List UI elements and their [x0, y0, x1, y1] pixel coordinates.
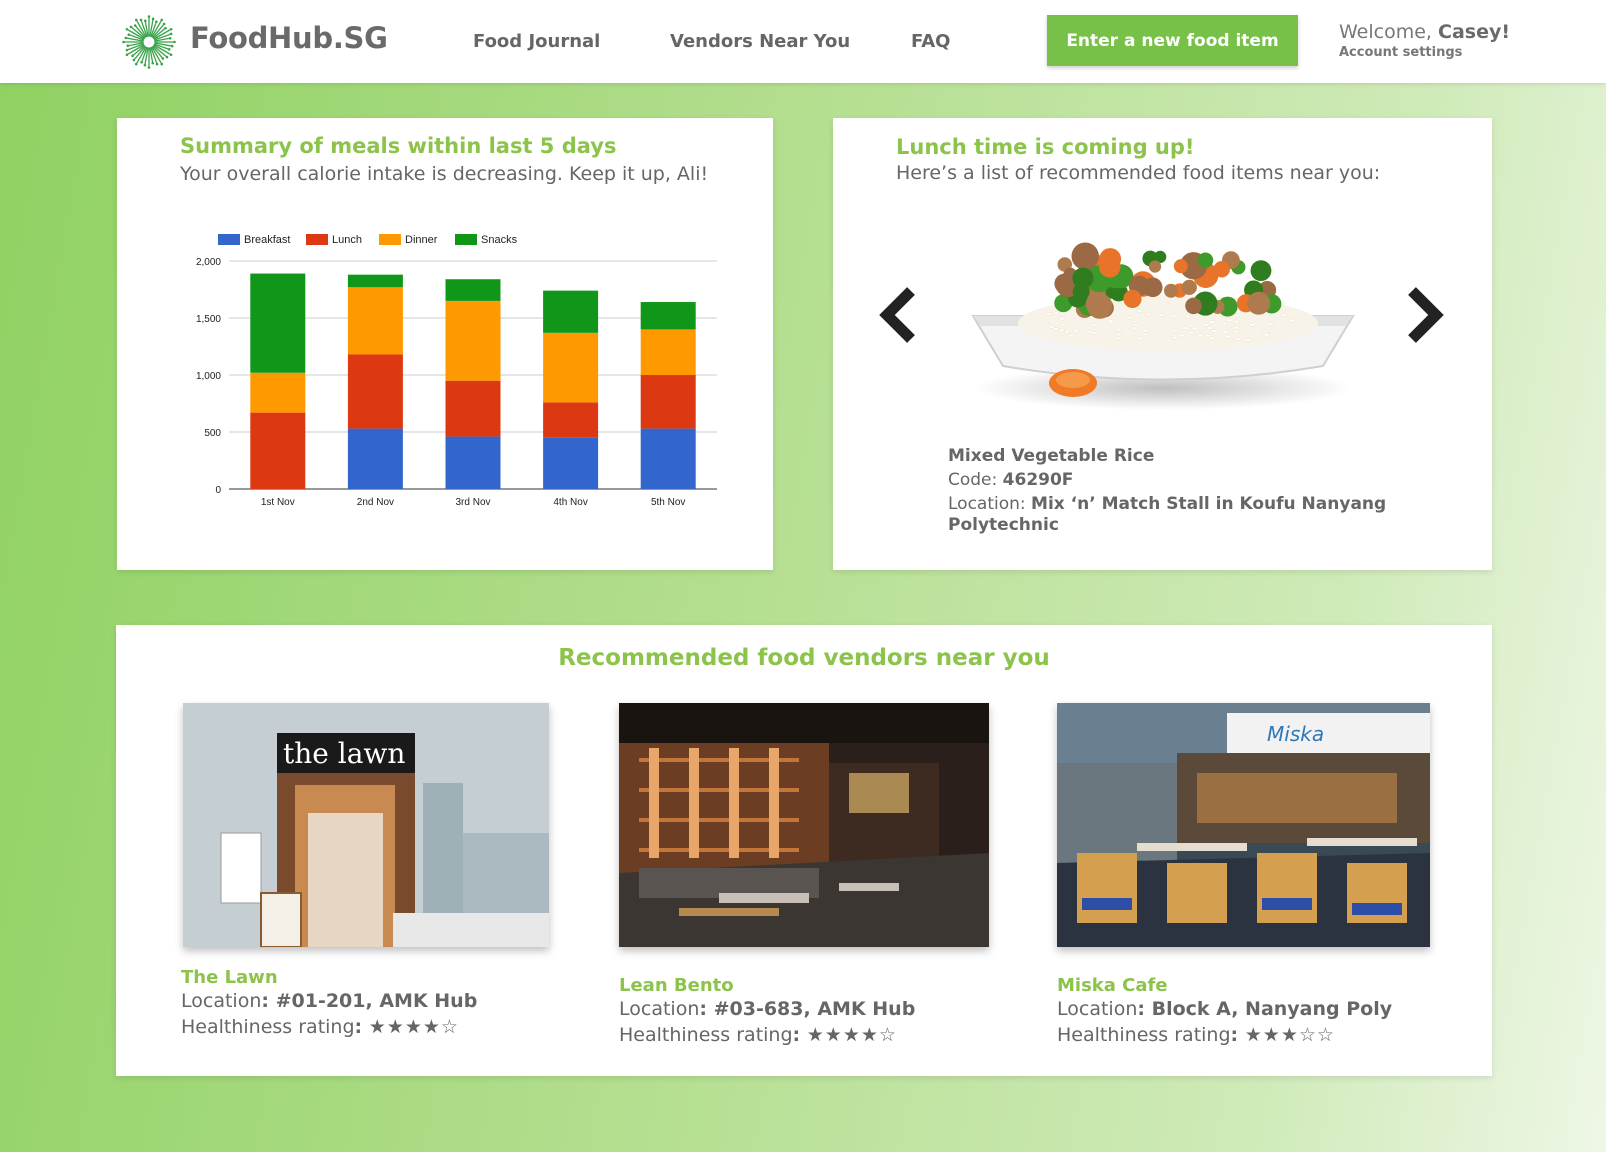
- x-tick-label: 2nd Nov: [357, 497, 394, 508]
- bar-segment-dinner: [641, 329, 696, 375]
- top-navbar: FoodHub.SG Food Journal Vendors Near You…: [0, 0, 1606, 83]
- y-tick-label: 1,500: [196, 314, 221, 325]
- calorie-stacked-bar-chart: Breakfast Lunch Dinner Snacks 0 500 1,000 1,500…: [177, 218, 737, 528]
- the-lawn-sign: the lawn: [283, 737, 405, 770]
- summary-title: Summary of meals within last 5 days: [180, 134, 616, 158]
- vendor-location: Location: Block A, Nanyang Poly: [1057, 998, 1392, 1020]
- enter-new-food-item-button[interactable]: Enter a new food item: [1047, 15, 1298, 66]
- bar-segment-dinner: [250, 373, 305, 413]
- account-settings-link[interactable]: Account settings: [1339, 45, 1462, 60]
- bar-segment-lunch: [348, 354, 403, 428]
- bar-segment-dinner: [446, 301, 501, 381]
- rating-separator: :: [1231, 1024, 1245, 1046]
- y-tick-label: 1,000: [196, 371, 221, 382]
- vendor-location-label: Location: [1057, 998, 1137, 1020]
- bar-segment-breakfast: [446, 437, 501, 489]
- bar-segment-dinner: [543, 333, 598, 403]
- vendor-name[interactable]: Lean Bento: [619, 975, 734, 996]
- nav-food-journal[interactable]: Food Journal: [473, 31, 600, 52]
- bar-segment-dinner: [348, 287, 403, 354]
- vendor-healthiness-rating: Healthiness rating: ★★★☆☆: [1057, 1024, 1335, 1046]
- rating-label: Healthiness rating: [1057, 1024, 1231, 1046]
- legend-swatch-breakfast: [218, 234, 240, 245]
- vendors-title: Recommended food vendors near you: [116, 645, 1492, 671]
- lunch-title: Lunch time is coming up!: [896, 135, 1194, 159]
- vendor-location-value: : #01-201, AMK Hub: [261, 990, 477, 1012]
- recommended-vendors-card: Recommended food vendors near you the la…: [116, 625, 1492, 1076]
- vendor-location-value: : Block A, Nanyang Poly: [1137, 998, 1392, 1020]
- y-tick-label: 500: [204, 428, 221, 439]
- food-code: Code: 46290F: [948, 470, 1073, 490]
- vendor-healthiness-rating: Healthiness rating: ★★★★☆: [181, 1016, 459, 1038]
- y-tick-label: 2,000: [196, 257, 221, 268]
- welcome-message: Welcome, Casey!: [1339, 21, 1510, 43]
- vendor-location-label: Location: [181, 990, 261, 1012]
- legend-swatch-dinner: [379, 234, 401, 245]
- nav-vendors-near-you[interactable]: Vendors Near You: [670, 31, 850, 52]
- food-code-label: Code:: [948, 470, 1003, 490]
- bar-segment-breakfast: [641, 429, 696, 489]
- food-location-label: Location:: [948, 494, 1031, 514]
- vendor-location: Location: #03-683, AMK Hub: [619, 998, 915, 1020]
- miska-sign: Miska: [1267, 722, 1324, 746]
- rating-separator: :: [793, 1024, 807, 1046]
- bar-segment-snacks: [348, 275, 403, 288]
- x-tick-label: 3rd Nov: [455, 497, 490, 508]
- user-name: Casey!: [1438, 21, 1510, 43]
- meal-summary-card: Summary of meals within last 5 days Your…: [117, 118, 773, 570]
- rating-label: Healthiness rating: [619, 1024, 793, 1046]
- food-location: Location: Mix ‘n’ Match Stall in Koufu N…: [948, 494, 1388, 536]
- legend-swatch-lunch: [306, 234, 328, 245]
- vendor-image-miska-cafe[interactable]: Miska: [1057, 703, 1430, 947]
- legend-swatch-snacks: [455, 234, 477, 245]
- brand-name[interactable]: FoodHub.SG: [190, 21, 388, 55]
- summary-subtitle: Your overall calorie intake is decreasin…: [180, 163, 708, 185]
- bar-segment-snacks: [543, 291, 598, 333]
- food-image-mixed-vegetable-rice: [963, 228, 1363, 418]
- vendor-healthiness-rating: Healthiness rating: ★★★★☆: [619, 1024, 897, 1046]
- legend-label-breakfast: Breakfast: [244, 234, 290, 246]
- legend-label-snacks: Snacks: [481, 234, 518, 246]
- food-code-value: 46290F: [1003, 470, 1074, 490]
- bar-segment-breakfast: [348, 429, 403, 489]
- vendor-location-label: Location: [619, 998, 699, 1020]
- star-rating-icon: ★★★★☆: [369, 1016, 459, 1038]
- bar-segment-snacks: [446, 279, 501, 301]
- vendor-location: Location: #01-201, AMK Hub: [181, 990, 477, 1012]
- chevron-right-icon[interactable]: [1404, 283, 1448, 347]
- vendor-name[interactable]: The Lawn: [181, 967, 278, 988]
- x-tick-label: 1st Nov: [261, 497, 295, 508]
- starburst-logo-icon[interactable]: [121, 14, 177, 70]
- bar-segment-breakfast: [543, 438, 598, 489]
- bar-segment-snacks: [250, 274, 305, 373]
- vendor-image-the-lawn[interactable]: the lawn: [183, 703, 549, 947]
- vendor-location-value: : #03-683, AMK Hub: [699, 998, 915, 1020]
- rating-separator: :: [355, 1016, 369, 1038]
- lunch-subtitle: Here’s a list of recommended food items …: [896, 162, 1380, 184]
- bar-segment-lunch: [446, 381, 501, 437]
- bar-segment-snacks: [641, 302, 696, 329]
- bar-segment-lunch: [543, 402, 598, 437]
- x-tick-label: 5th Nov: [651, 497, 685, 508]
- chevron-left-icon[interactable]: [875, 283, 919, 347]
- bar-segment-lunch: [250, 413, 305, 489]
- vendor-image-lean-bento[interactable]: [619, 703, 989, 947]
- legend-label-lunch: Lunch: [332, 234, 362, 246]
- lunch-recommendation-card: Lunch time is coming up! Here’s a list o…: [833, 118, 1492, 570]
- rating-label: Healthiness rating: [181, 1016, 355, 1038]
- welcome-prefix: Welcome,: [1339, 21, 1438, 43]
- nav-faq[interactable]: FAQ: [911, 31, 950, 52]
- vendor-name[interactable]: Miska Cafe: [1057, 975, 1168, 996]
- y-tick-label: 0: [215, 485, 221, 496]
- food-name: Mixed Vegetable Rice: [948, 446, 1154, 466]
- star-rating-icon: ★★★☆☆: [1245, 1024, 1335, 1046]
- x-tick-label: 4th Nov: [553, 497, 587, 508]
- legend-label-dinner: Dinner: [405, 234, 438, 246]
- star-rating-icon: ★★★★☆: [807, 1024, 897, 1046]
- bar-segment-lunch: [641, 375, 696, 429]
